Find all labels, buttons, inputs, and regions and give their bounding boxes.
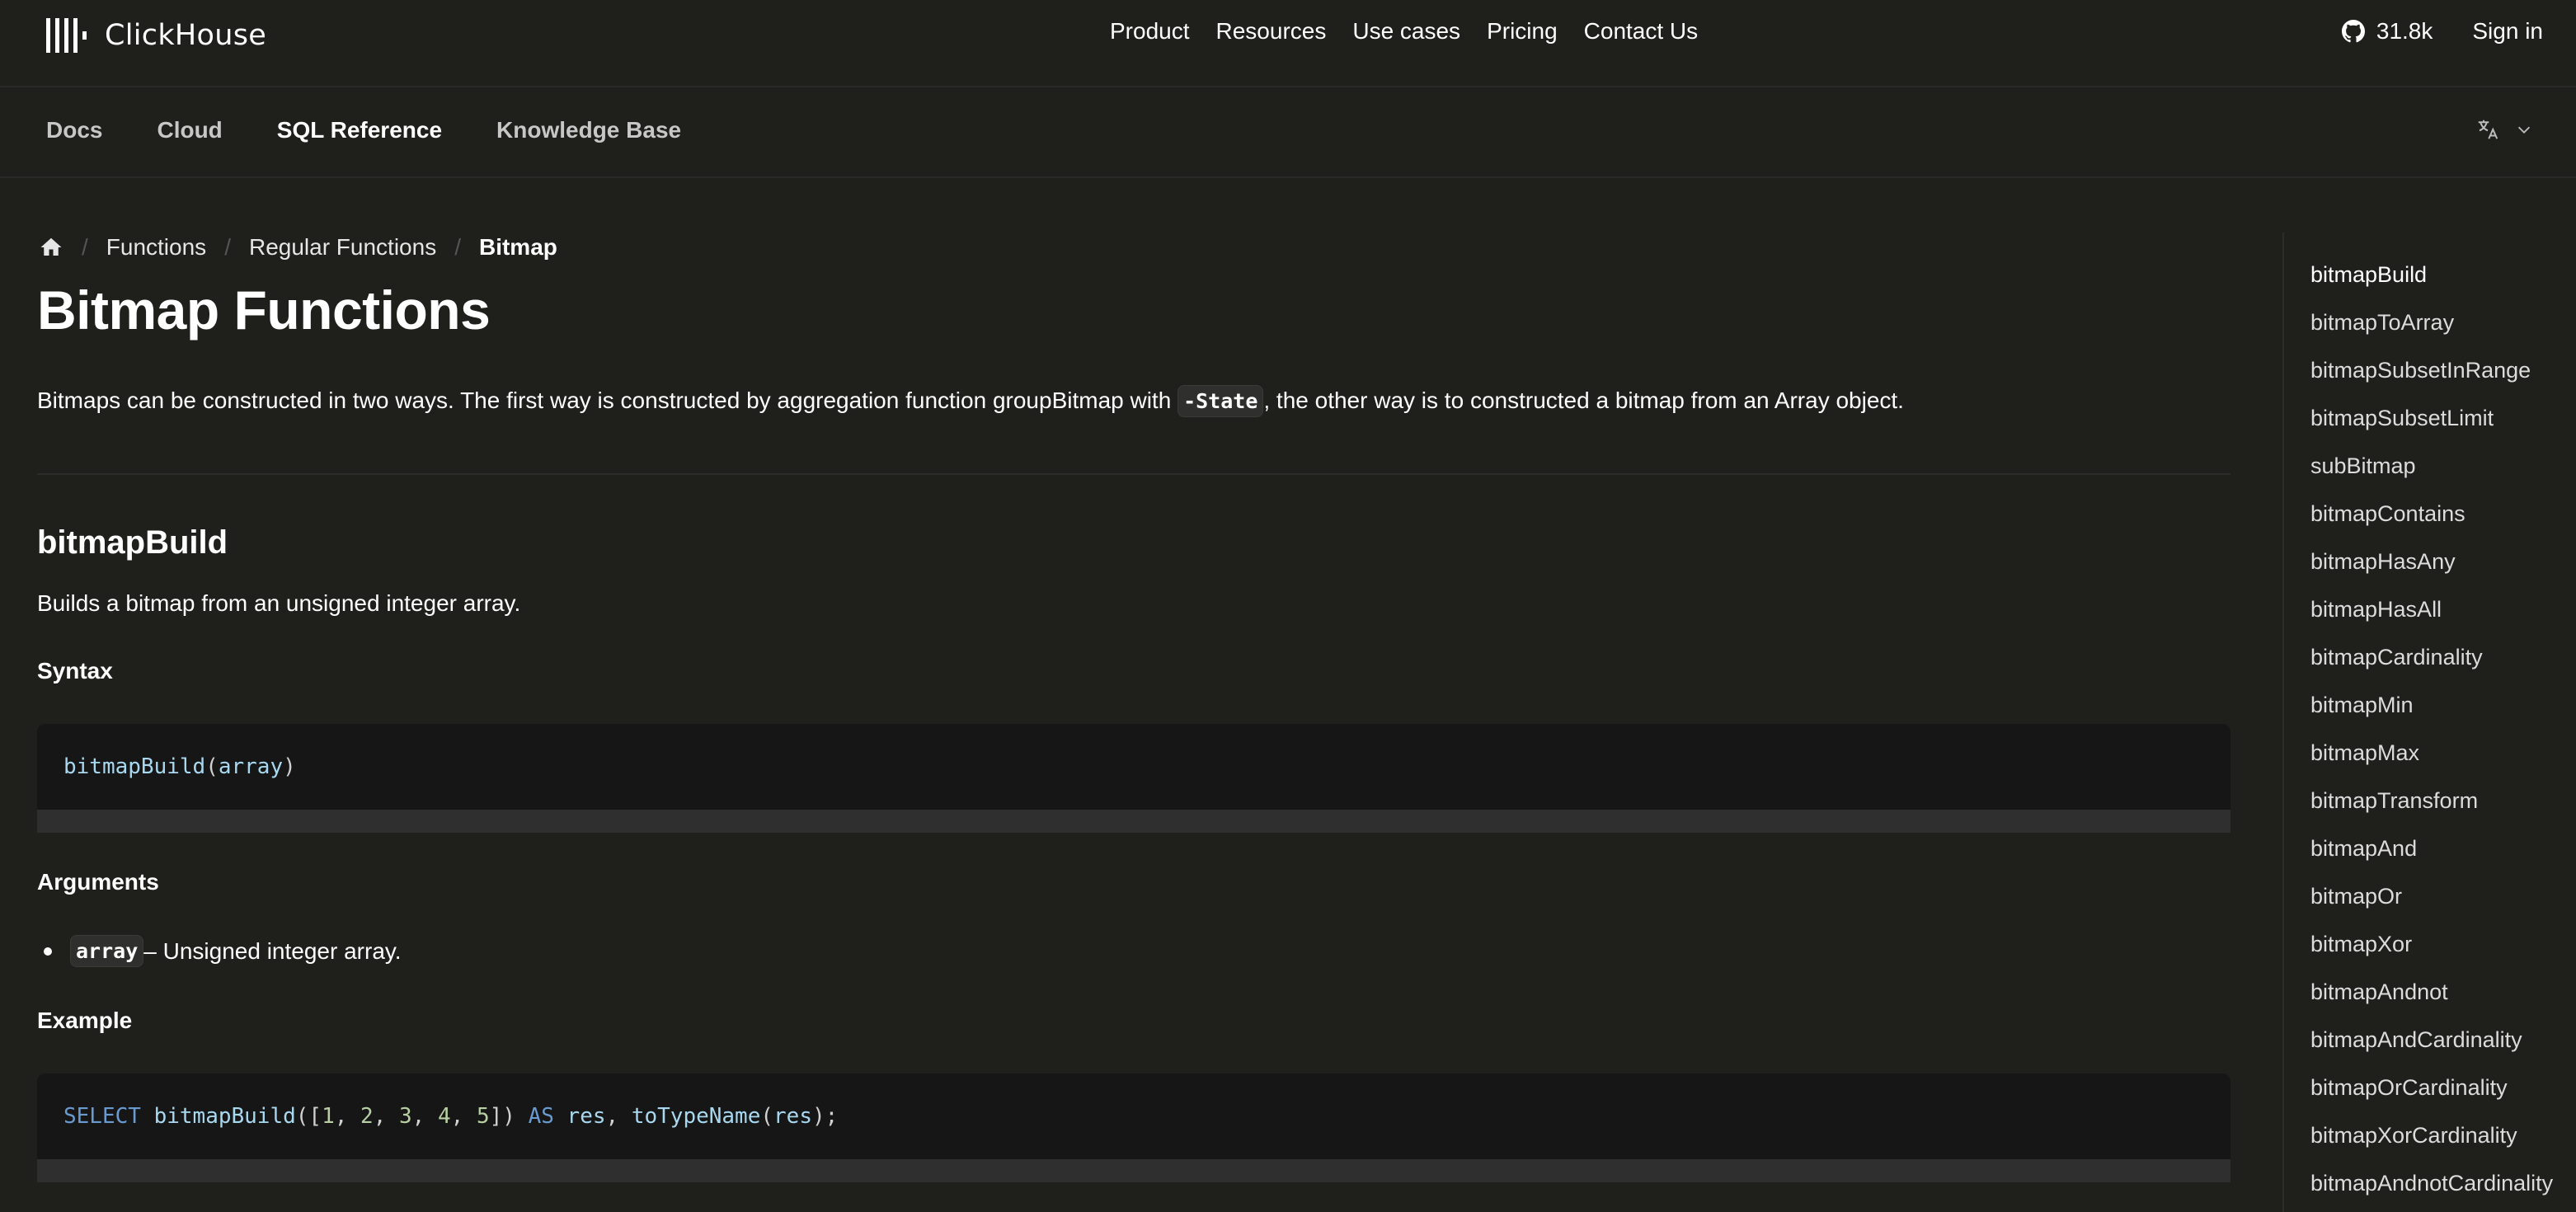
toc-item-bitmap-cardinality[interactable]: bitmapCardinality xyxy=(2310,633,2553,681)
breadcrumb-separator: / xyxy=(224,234,231,260)
code-punct: ) xyxy=(283,754,296,779)
bullet xyxy=(44,947,52,956)
toc-item-bitmap-has-any[interactable]: bitmapHasAny xyxy=(2310,538,2553,585)
toc-item-bitmap-build[interactable]: bitmapBuild xyxy=(2310,251,2553,298)
nav-pricing[interactable]: Pricing xyxy=(1487,18,1558,45)
code-number: 4 xyxy=(437,1104,451,1129)
toc-item-bitmap-max[interactable]: bitmapMax xyxy=(2310,729,2553,777)
code-punct: ( xyxy=(760,1104,774,1129)
nav-product[interactable]: Product xyxy=(1110,18,1190,45)
breadcrumb-separator: / xyxy=(82,234,88,260)
toc-item-bitmap-contains[interactable]: bitmapContains xyxy=(2310,490,2553,538)
toc-item-bitmap-xor-cardinality[interactable]: bitmapXorCardinality xyxy=(2310,1111,2553,1159)
toc-item-bitmap-has-all[interactable]: bitmapHasAll xyxy=(2310,585,2553,633)
tab-cloud[interactable]: Cloud xyxy=(157,117,222,143)
code-horizontal-scrollbar[interactable] xyxy=(37,810,2230,833)
header-actions: 31.8k Sign in xyxy=(2341,18,2543,45)
argument-description: – Unsigned integer array. xyxy=(143,937,402,964)
chevron-down-icon xyxy=(2517,126,2531,134)
arguments-heading: Arguments xyxy=(37,869,159,895)
toc-item-bitmap-or-cardinality[interactable]: bitmapOrCardinality xyxy=(2310,1064,2553,1111)
code-function: bitmapBuild xyxy=(153,1104,296,1129)
example-heading: Example xyxy=(37,1008,133,1033)
toc-list: bitmapBuild bitmapToArray bitmapSubsetInRa… xyxy=(2284,233,2553,1207)
toc-item-bitmap-transform[interactable]: bitmapTransform xyxy=(2310,777,2553,824)
toc-item-bitmap-xor[interactable]: bitmapXor xyxy=(2310,920,2553,968)
code-keyword: AS xyxy=(528,1104,554,1129)
code-punct: , xyxy=(605,1104,619,1129)
intro-paragraph: Bitmaps can be constructed in two ways. … xyxy=(37,385,1904,417)
code-number: 3 xyxy=(399,1104,412,1129)
breadcrumb-separator: / xyxy=(454,234,461,260)
breadcrumb-regular-functions[interactable]: Regular Functions xyxy=(249,234,436,261)
intro-text-end: , the other way is to constructed a bitm… xyxy=(1263,388,1904,413)
language-selector[interactable] xyxy=(2475,117,2533,142)
toc-item-bitmap-andnot[interactable]: bitmapAndnot xyxy=(2310,968,2553,1016)
breadcrumb-current: Bitmap xyxy=(478,234,557,260)
code-punct: ([ xyxy=(295,1104,322,1129)
toc-item-sub-bitmap[interactable]: subBitmap xyxy=(2310,442,2553,490)
github-icon xyxy=(2341,20,2365,43)
code-keyword: SELECT xyxy=(63,1104,141,1129)
main-nav: Product Resources Use cases Pricing Cont… xyxy=(1110,18,1698,45)
code-punct: ( xyxy=(205,754,219,779)
code-arg: res xyxy=(773,1104,812,1129)
nav-contact-us[interactable]: Contact Us xyxy=(1584,18,1699,45)
toc-item-bitmap-and-cardinality[interactable]: bitmapAndCardinality xyxy=(2310,1016,2553,1064)
argument-name: array xyxy=(70,935,144,967)
code-function: toTypeName xyxy=(631,1104,761,1129)
toc-item-bitmap-and[interactable]: bitmapAnd xyxy=(2310,824,2553,872)
home-icon[interactable] xyxy=(39,235,63,260)
tab-docs[interactable]: Docs xyxy=(46,117,102,143)
code-number: 2 xyxy=(360,1104,374,1129)
intro-text: Bitmaps can be constructed in two ways. … xyxy=(37,388,1178,413)
toc-item-bitmap-or[interactable]: bitmapOr xyxy=(2310,872,2553,920)
nav-resources[interactable]: Resources xyxy=(1216,18,1327,45)
sign-in-link[interactable]: Sign in xyxy=(2472,18,2543,45)
syntax-code: bitmapBuild(array) xyxy=(37,724,2230,810)
translate-icon xyxy=(2478,120,2498,139)
tab-knowledge-base[interactable]: Knowledge Base xyxy=(496,117,681,143)
toc-item-bitmap-andnot-cardinality[interactable]: bitmapAndnotCardinality xyxy=(2310,1159,2553,1207)
page-title: Bitmap Functions xyxy=(37,280,491,341)
code-horizontal-scrollbar[interactable] xyxy=(37,1159,2230,1182)
inline-code-state: -State xyxy=(1178,385,1264,417)
nav-use-cases[interactable]: Use cases xyxy=(1352,18,1460,45)
section-description: Builds a bitmap from an unsigned integer… xyxy=(37,590,521,616)
docs-tabbar: Docs Cloud SQL Reference Knowledge Base xyxy=(0,87,2576,178)
code-number: 1 xyxy=(322,1104,335,1129)
github-stars-link[interactable]: 31.8k xyxy=(2341,18,2433,45)
toc-item-bitmap-subset-limit[interactable]: bitmapSubsetLimit xyxy=(2310,394,2553,442)
clickhouse-logo[interactable]: ClickHouse xyxy=(46,18,266,53)
example-code: SELECT bitmapBuild([1, 2, 3, 4, 5]) AS r… xyxy=(63,1104,839,1129)
breadcrumb-functions[interactable]: Functions xyxy=(106,234,206,261)
table-of-contents: bitmapBuild bitmapToArray bitmapSubsetInRa… xyxy=(2282,233,2553,1212)
tab-sql-reference[interactable]: SQL Reference xyxy=(277,117,442,143)
code-arg: array xyxy=(218,754,284,779)
section-title-bitmapbuild: bitmapBuild xyxy=(37,524,228,561)
brand-name: ClickHouse xyxy=(105,19,267,52)
syntax-code-block[interactable]: bitmapBuild(array) xyxy=(37,724,2230,833)
code-alias: res xyxy=(566,1104,606,1129)
code-punct: ]) xyxy=(489,1104,515,1129)
top-navbar: ClickHouse Product Resources Use cases P… xyxy=(0,0,2576,87)
toc-item-bitmap-subset-in-range[interactable]: bitmapSubsetInRange xyxy=(2310,346,2553,394)
code-punct: ); xyxy=(812,1104,839,1129)
clickhouse-logo-icon xyxy=(46,18,87,53)
toc-item-bitmap-min[interactable]: bitmapMin xyxy=(2310,681,2553,729)
breadcrumb: / Functions / Regular Functions / Bitmap xyxy=(37,234,557,261)
arguments-list: array – Unsigned integer array. xyxy=(37,935,402,967)
syntax-heading: Syntax xyxy=(37,658,113,684)
argument-item: array – Unsigned integer array. xyxy=(37,935,402,967)
code-number: 5 xyxy=(476,1104,490,1129)
github-star-count: 31.8k xyxy=(2376,18,2433,44)
docs-tabs: Docs Cloud SQL Reference Knowledge Base xyxy=(46,117,681,143)
code-function: bitmapBuild xyxy=(63,754,206,779)
section-divider xyxy=(37,473,2230,475)
example-code-block[interactable]: SELECT bitmapBuild([1, 2, 3, 4, 5]) AS r… xyxy=(37,1073,2230,1182)
toc-item-bitmap-to-array[interactable]: bitmapToArray xyxy=(2310,298,2553,346)
